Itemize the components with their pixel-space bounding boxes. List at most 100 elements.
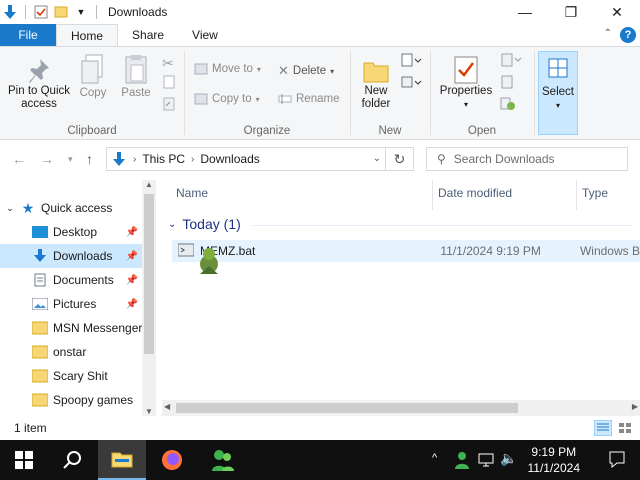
pin-icon[interactable]: 📌 bbox=[126, 275, 138, 286]
nav-item-scary-shit[interactable]: Scary Shit bbox=[0, 364, 142, 388]
pin-icon[interactable]: 📌 bbox=[126, 251, 138, 262]
copy-button[interactable]: Copy bbox=[76, 53, 110, 100]
copy-path-icon[interactable] bbox=[162, 75, 176, 92]
new-folder-button[interactable]: New folder bbox=[356, 57, 396, 111]
search-input[interactable]: ⚲ Search Downloads bbox=[426, 147, 628, 171]
taskbar-firefox[interactable] bbox=[148, 440, 196, 480]
pin-to-quick-access-button[interactable]: Pin to Quick access bbox=[4, 57, 74, 111]
nav-item-desktop[interactable]: Desktop 📌 bbox=[0, 220, 142, 244]
nav-quick-access[interactable]: ⌄ ★ Quick access bbox=[0, 196, 142, 220]
toolbar-divider bbox=[96, 5, 97, 19]
search-placeholder: Search Downloads bbox=[453, 152, 555, 166]
large-icons-view-icon[interactable] bbox=[616, 420, 634, 436]
tab-file[interactable]: File bbox=[0, 24, 56, 46]
downloads-location-icon bbox=[113, 152, 125, 166]
close-button[interactable]: ✕ bbox=[594, 0, 640, 24]
customize-dropdown-icon[interactable]: ▼ bbox=[73, 4, 89, 20]
nav-item-label: MSN Messenger bbox=[53, 321, 142, 335]
new-group: New folder New bbox=[352, 47, 428, 139]
group-divider bbox=[534, 51, 535, 135]
open-icon[interactable] bbox=[500, 53, 522, 70]
details-view-icon[interactable] bbox=[594, 420, 612, 436]
help-icon[interactable]: ? bbox=[620, 27, 636, 43]
msn-buddy-cursor-icon bbox=[198, 246, 224, 277]
volume-icon[interactable]: 🔈 bbox=[500, 450, 517, 467]
collapse-chevron-icon[interactable]: ⌄ bbox=[168, 219, 176, 230]
network-icon[interactable] bbox=[478, 452, 494, 471]
up-arrow-icon[interactable]: ↑ bbox=[86, 151, 93, 167]
pin-label-line1: Pin to Quick bbox=[8, 85, 70, 97]
history-icon[interactable] bbox=[500, 97, 516, 114]
address-dropdown-icon[interactable]: ⌄ bbox=[373, 153, 381, 164]
recent-locations-icon[interactable]: ▾ bbox=[68, 154, 73, 165]
paste-shortcut-icon[interactable] bbox=[162, 97, 176, 114]
status-bar: 1 item bbox=[0, 416, 640, 440]
nav-item-label: Scary Shit bbox=[53, 369, 108, 383]
msn-tray-icon[interactable] bbox=[454, 451, 470, 472]
show-hidden-icons-icon[interactable]: ^ bbox=[432, 452, 437, 464]
properties-check-icon[interactable] bbox=[33, 4, 49, 20]
pin-icon[interactable]: 📌 bbox=[126, 227, 138, 238]
back-arrow-icon[interactable]: ← bbox=[12, 151, 26, 167]
cut-icon[interactable]: ✂ bbox=[162, 55, 174, 72]
refresh-icon[interactable]: ↻ bbox=[385, 148, 413, 170]
delete-button[interactable]: ✕ Delete ▾ bbox=[278, 63, 334, 79]
column-header-name[interactable]: Name bbox=[176, 186, 208, 200]
collapse-ribbon-icon[interactable]: ⌃ bbox=[604, 28, 612, 39]
edit-icon[interactable] bbox=[500, 75, 514, 92]
taskbar-file-explorer[interactable] bbox=[98, 440, 146, 480]
start-button[interactable] bbox=[0, 440, 48, 480]
scroll-left-icon[interactable]: ◀ bbox=[164, 402, 170, 411]
nav-item-documents[interactable]: Documents 📌 bbox=[0, 268, 142, 292]
file-list-horizontal-scrollbar[interactable]: ◀ ▶ bbox=[162, 400, 640, 416]
nav-item-pictures[interactable]: Pictures 📌 bbox=[0, 292, 142, 316]
tab-home[interactable]: Home bbox=[56, 24, 119, 47]
tab-view[interactable]: View bbox=[178, 24, 232, 46]
forward-arrow-icon[interactable]: → bbox=[40, 151, 54, 167]
title-bar: ▼ Downloads — ❐ ✕ bbox=[0, 0, 640, 24]
column-header-type[interactable]: Type bbox=[582, 186, 608, 200]
file-row[interactable]: MEMZ.bat 11/1/2024 9:19 PM Windows B bbox=[172, 240, 640, 262]
address-bar[interactable]: › This PC › Downloads ⌄ ↻ bbox=[106, 147, 414, 171]
nav-item-onstar[interactable]: onstar bbox=[0, 340, 142, 364]
paste-button[interactable]: Paste bbox=[118, 53, 154, 100]
taskbar: ^ 🔈 9:19 PM 11/1/2024 bbox=[0, 440, 640, 480]
easy-access-icon[interactable] bbox=[400, 75, 422, 94]
minimize-button[interactable]: — bbox=[502, 0, 548, 24]
nav-pane-scroll-thumb[interactable] bbox=[144, 194, 154, 354]
select-button[interactable]: Select ▾ bbox=[538, 51, 578, 135]
nav-pane-scrollbar[interactable]: ▲ ▼ bbox=[142, 180, 156, 416]
rename-button[interactable]: Rename bbox=[278, 93, 339, 105]
horizontal-scroll-thumb[interactable] bbox=[176, 403, 518, 413]
group-header-today[interactable]: ⌄ Today (1) bbox=[168, 216, 632, 232]
properties-button[interactable]: Properties ▾ bbox=[438, 55, 494, 111]
scroll-up-icon[interactable]: ▲ bbox=[145, 180, 153, 189]
nav-item-msn-messenger[interactable]: MSN Messenger bbox=[0, 316, 142, 340]
taskbar-search-button[interactable] bbox=[48, 440, 96, 480]
file-type: Windows B bbox=[579, 244, 640, 258]
scroll-right-icon[interactable]: ▶ bbox=[632, 402, 638, 411]
nav-item-downloads[interactable]: Downloads 📌 bbox=[0, 244, 142, 268]
breadcrumb-this-pc[interactable]: This PC bbox=[142, 152, 185, 166]
tab-share[interactable]: Share bbox=[118, 24, 178, 46]
column-header-date[interactable]: Date modified bbox=[438, 186, 512, 200]
copy-to-button[interactable]: Copy to ▾ bbox=[194, 93, 260, 105]
new-item-icon[interactable] bbox=[400, 53, 422, 72]
star-icon: ★ bbox=[21, 199, 35, 216]
file-date: 11/1/2024 9:19 PM bbox=[440, 244, 541, 258]
new-folder-icon[interactable] bbox=[53, 4, 69, 20]
new-folder-label-line1: New bbox=[364, 85, 388, 97]
explorer-down-arrow-icon[interactable] bbox=[2, 4, 18, 20]
move-to-button[interactable]: Move to ▾ bbox=[194, 63, 261, 75]
notifications-icon[interactable] bbox=[608, 450, 626, 471]
nav-item-spoopy-games[interactable]: Spoopy games bbox=[0, 388, 142, 412]
breadcrumb-downloads[interactable]: Downloads bbox=[200, 152, 259, 166]
rename-label: Rename bbox=[296, 93, 340, 105]
taskbar-clock[interactable]: 9:19 PM 11/1/2024 bbox=[528, 444, 581, 476]
scroll-down-icon[interactable]: ▼ bbox=[145, 407, 153, 416]
clipboard-group: Pin to Quick access Copy Paste ✂ Clipboa… bbox=[0, 47, 184, 139]
expand-chevron-icon[interactable]: ⌄ bbox=[0, 203, 20, 214]
taskbar-msn-messenger[interactable] bbox=[198, 440, 246, 480]
maximize-button[interactable]: ❐ bbox=[548, 0, 594, 24]
pin-icon[interactable]: 📌 bbox=[126, 299, 138, 310]
